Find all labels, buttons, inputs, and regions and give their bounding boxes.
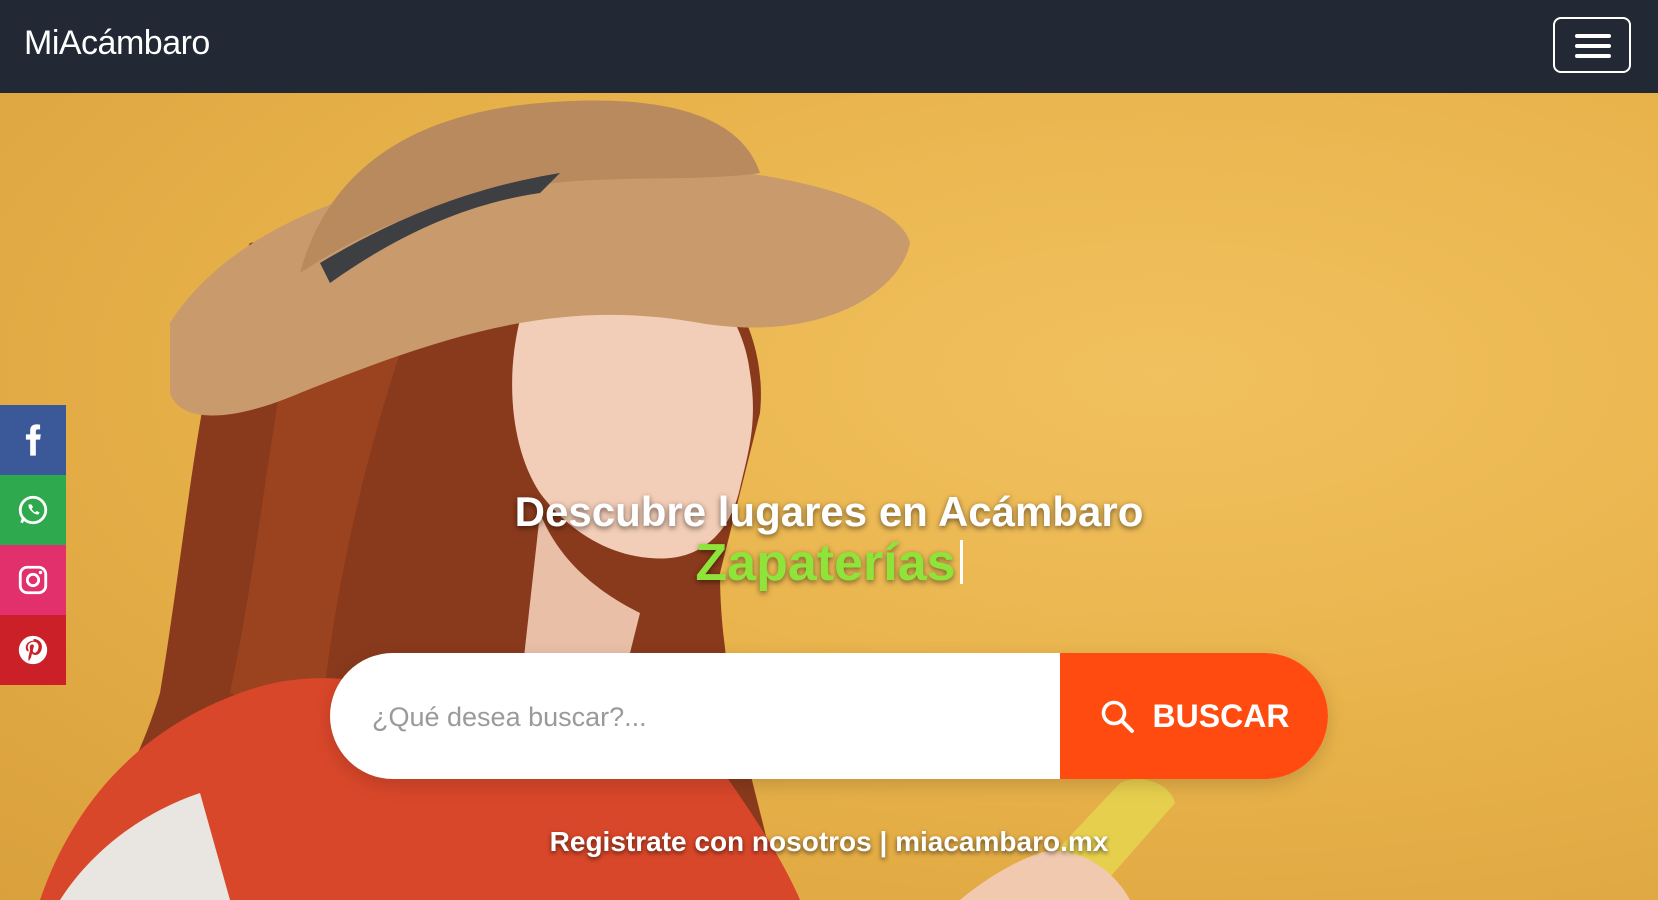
pinterest-icon (18, 635, 48, 665)
typing-cursor (959, 540, 963, 584)
hero-headline: Descubre lugares en Acámbaro (514, 488, 1144, 535)
register-link[interactable]: Registrate con nosotros | miacambaro.mx (0, 826, 1658, 858)
hamburger-menu-icon-bar (1575, 44, 1611, 48)
search-bar: BUSCAR (330, 653, 1328, 779)
hero-typed-text: Zapaterías (695, 534, 956, 592)
search-button[interactable]: BUSCAR (1060, 653, 1328, 779)
hero-section: Descubre lugares en Acámbaro Zapaterías … (0, 93, 1658, 900)
hamburger-menu-icon-bar (1575, 54, 1611, 58)
hero-typed-text-wrapper: Zapaterías (0, 533, 1658, 593)
brand-logo[interactable]: MiAcámbaro (24, 24, 210, 63)
social-pinterest-link[interactable] (0, 615, 66, 685)
search-icon (1101, 700, 1134, 733)
search-button-label: BUSCAR (1152, 697, 1290, 734)
menu-toggle-button[interactable] (1553, 17, 1631, 73)
facebook-icon (25, 424, 41, 456)
search-input[interactable] (370, 653, 1054, 779)
social-facebook-link[interactable] (0, 405, 66, 475)
hamburger-menu-icon (1575, 34, 1611, 38)
navbar: MiAcámbaro (0, 0, 1658, 93)
